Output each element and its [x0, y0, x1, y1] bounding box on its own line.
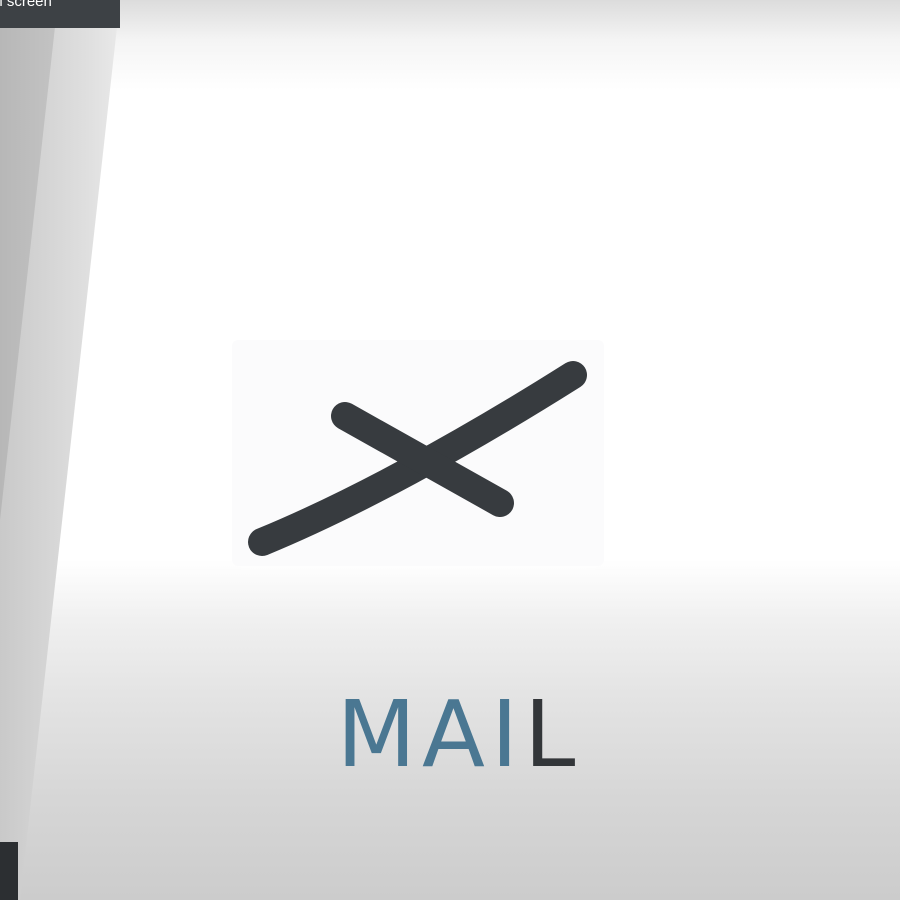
tooltip-label: ll screen — [0, 0, 52, 10]
mail-wordmark: MAIL — [0, 680, 900, 790]
x-cross-icon — [248, 361, 587, 556]
corner-control[interactable] — [0, 842, 18, 900]
wordmark-end: L — [524, 681, 582, 788]
fullscreen-tooltip: ll screen — [0, 0, 120, 28]
wordmark-main: MAI — [336, 681, 525, 788]
